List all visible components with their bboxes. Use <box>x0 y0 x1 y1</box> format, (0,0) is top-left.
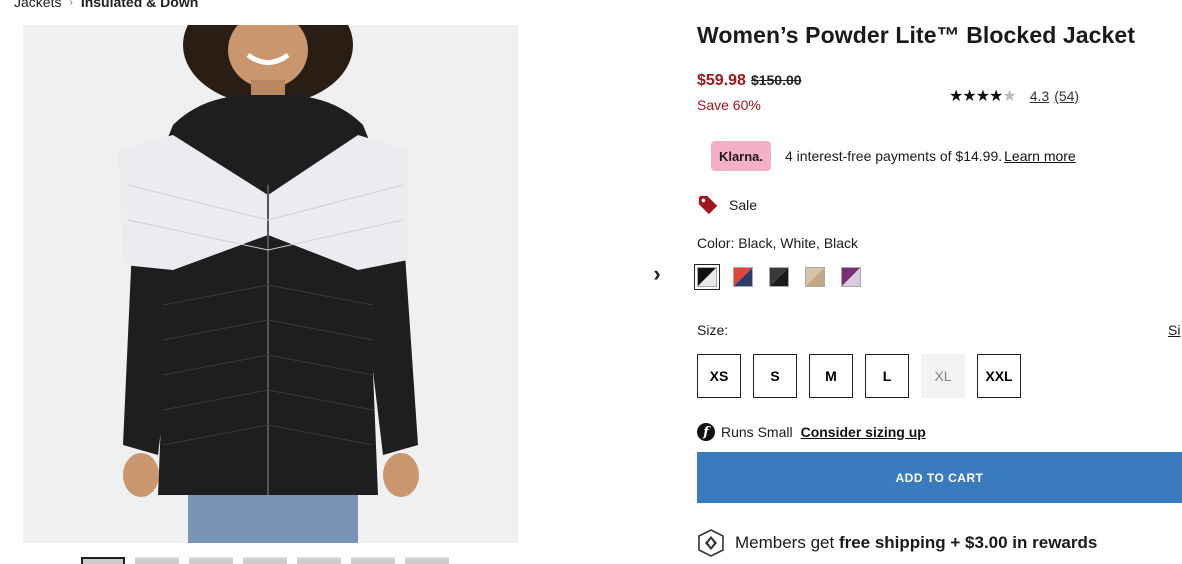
rating-value-link[interactable]: 4.3 <box>1030 88 1049 104</box>
color-swatch-red-navy[interactable] <box>730 264 756 290</box>
color-swatches <box>694 264 864 290</box>
save-percent: Save 60% <box>697 97 761 113</box>
thumbnail-strip <box>81 557 449 564</box>
member-rewards-icon <box>698 529 724 557</box>
size-xs-button[interactable]: XS <box>697 354 741 398</box>
color-swatch-black[interactable] <box>766 264 792 290</box>
color-swatch-purple[interactable] <box>838 264 864 290</box>
rating: ★★★★★ 4.3 (54) <box>949 86 1079 106</box>
breadcrumb: Jackets › Insulated & Down <box>14 0 198 10</box>
size-xxl-button[interactable]: XXL <box>977 354 1021 398</box>
klarna-logo: Klarna. <box>711 141 771 171</box>
fit-advice: f Runs Small Consider sizing up <box>697 423 926 441</box>
price-block: $59.98 $150.00 Save 60% <box>697 72 802 113</box>
product-title: Women’s Powder Lite™ Blocked Jacket <box>697 22 1136 48</box>
thumbnail[interactable] <box>135 557 179 564</box>
size-guide-link[interactable]: Si <box>1168 322 1180 338</box>
star-rating-icon: ★★★★★ <box>949 88 1017 105</box>
members-prefix: Members get <box>735 533 835 552</box>
breadcrumb-separator: › <box>69 0 73 8</box>
review-count-link[interactable]: (54) <box>1054 88 1079 104</box>
fit-text: Runs Small <box>721 424 793 440</box>
jacket-photo <box>23 25 518 543</box>
klarna-text: 4 interest-free payments of $14.99. <box>785 148 1003 164</box>
size-m-button[interactable]: M <box>809 354 853 398</box>
thumbnail[interactable] <box>243 557 287 564</box>
fit-icon: f <box>697 423 715 441</box>
size-s-button[interactable]: S <box>753 354 797 398</box>
sale-badge: Sale <box>697 194 757 216</box>
sale-label: Sale <box>729 197 758 213</box>
klarna-financing: Klarna. 4 interest-free payments of $14.… <box>711 141 1076 171</box>
size-xl-button[interactable]: XL <box>921 354 965 398</box>
size-options: XS S M L XL XXL <box>697 354 1021 398</box>
thumbnail[interactable] <box>297 557 341 564</box>
sale-price: $59.98 <box>697 72 746 89</box>
thumbnail[interactable] <box>351 557 395 564</box>
price-tag-icon <box>698 195 718 215</box>
color-swatch-black-white[interactable] <box>694 264 720 290</box>
color-label: Color: Black, White, Black <box>697 235 859 251</box>
product-image[interactable] <box>23 25 518 543</box>
next-image-arrow-icon[interactable]: › <box>648 261 666 286</box>
size-l-button[interactable]: L <box>865 354 909 398</box>
color-swatch-tan[interactable] <box>802 264 828 290</box>
consider-sizing-up-link[interactable]: Consider sizing up <box>801 424 926 440</box>
add-to-cart-button[interactable]: ADD TO CART <box>697 452 1182 503</box>
breadcrumb-jackets[interactable]: Jackets <box>14 0 61 10</box>
members-promo: Members get free shipping + $3.00 in rew… <box>697 529 1097 557</box>
thumbnail[interactable] <box>81 557 125 564</box>
size-label: Size: <box>697 322 729 338</box>
thumbnail[interactable] <box>189 557 233 564</box>
members-offer: free shipping + $3.00 in rewards <box>838 533 1098 552</box>
thumbnail[interactable] <box>405 557 449 564</box>
original-price: $150.00 <box>750 72 802 88</box>
breadcrumb-current: Insulated & Down <box>80 0 199 10</box>
klarna-learn-more-link[interactable]: Learn more <box>1004 148 1076 164</box>
